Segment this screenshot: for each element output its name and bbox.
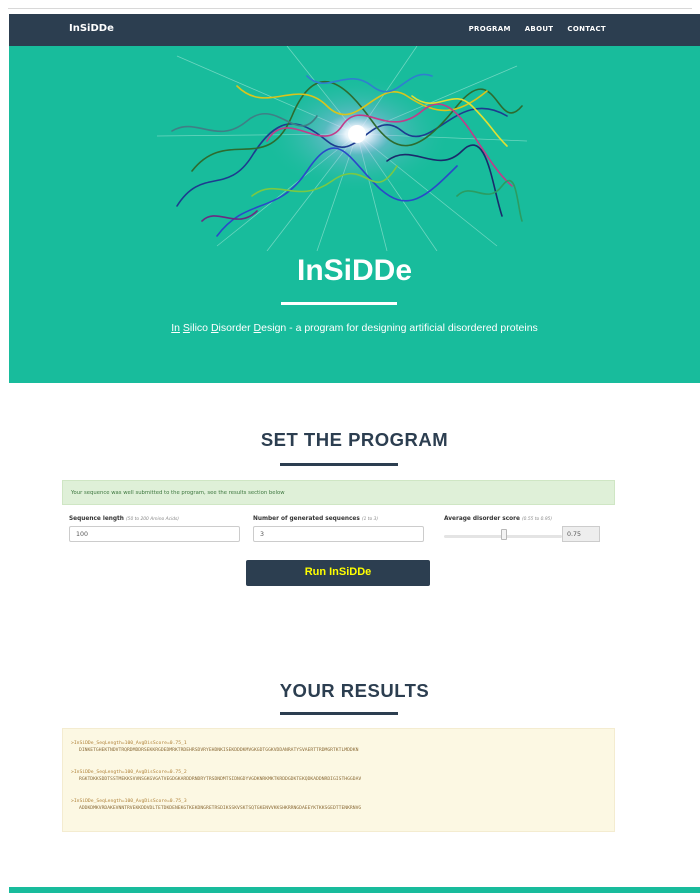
length-label-text: Sequence length [69,516,124,522]
program-divider [280,463,398,466]
nav-link-program[interactable]: PROGRAM [469,25,511,33]
result-entry: >InSiDDe_SeqLength=100_AvgDisScore=0.75_… [71,769,361,783]
results-panel: >InSiDDe_SeqLength=100_AvgDisScore=0.75_… [62,728,615,832]
count-label-text: Number of generated sequences [253,516,360,522]
protein-structure-image [157,46,527,251]
subtitle-rest: esign - a program for designing artifici… [261,322,538,334]
nav-link-contact[interactable]: CONTACT [567,25,606,33]
result-sequence: RGKTDKKSDDTSSTMEKKSVVNSGKGVGATVEGDGKARDD… [79,777,362,782]
disorder-score-value: 0.75 [562,526,600,542]
count-hint: (1 to 3) [361,517,379,522]
results-heading: YOUR RESULTS [279,680,430,701]
footer-strip [9,887,700,893]
hero-title: InSiDDe [296,254,413,287]
navbar: InSiDDe PROGRAM ABOUT CONTACT [9,14,700,46]
score-label-text: Average disorder score [444,516,520,522]
nav-links: PROGRAM ABOUT CONTACT [469,25,606,33]
score-label: Average disorder score (0.55 to 0.95) [444,516,552,522]
brand-link[interactable]: InSiDDe [69,23,114,34]
subtitle-d1: D [210,322,219,334]
slider-handle[interactable] [501,529,507,540]
page: InSiDDe PROGRAM ABOUT CONTACT InSiDDe In… [9,14,700,893]
subtitle-in: In [171,322,180,334]
browser-top-edge [0,0,700,14]
subtitle-ilico: ilico [189,322,211,334]
hero-subtitle: In Silico Disorder Design - a program fo… [9,322,700,334]
results-divider [280,712,398,715]
success-alert: Your sequence was well submitted to the … [62,480,615,505]
sequence-length-input[interactable]: 100 [69,526,240,542]
result-sequence: DINKETGHEKTNDVTRQRDMDDRSEKKRGDEDMRKTRDEH… [79,748,359,753]
result-entry: >InSiDDe_SeqLength=100_AvgDisScore=0.75_… [71,798,361,812]
top-divider [8,8,692,9]
length-label: Sequence length (50 to 200 Amino Acids) [69,516,179,522]
nav-link-about[interactable]: ABOUT [525,25,554,33]
score-hint: (0.55 to 0.95) [521,517,553,522]
count-label: Number of generated sequences (1 to 3) [253,516,378,522]
result-sequence: ADDKDMKVRDAKEVNNTRVEKKDDVDLTETDKDENEKGTK… [79,806,362,811]
sequence-count-input[interactable]: 3 [253,526,424,542]
program-heading: SET THE PROGRAM [260,429,449,450]
hero-divider [281,302,397,305]
result-header: >InSiDDe_SeqLength=100_AvgDisScore=0.75_… [71,799,187,804]
length-hint: (50 to 200 Amino Acids) [125,517,180,522]
result-header: >InSiDDe_SeqLength=100_AvgDisScore=0.75_… [71,770,187,775]
hero-section: InSiDDe In Silico Disorder Design - a pr… [9,46,700,383]
subtitle-d2: D [253,322,262,334]
run-button[interactable]: Run InSiDDe [246,560,430,586]
subtitle-s: S [182,322,190,334]
result-entry: >InSiDDe_SeqLength=100_AvgDisScore=0.75_… [71,740,358,754]
result-header: >InSiDDe_SeqLength=100_AvgDisScore=0.75_… [71,741,187,746]
subtitle-isorder: isorder [218,322,254,334]
